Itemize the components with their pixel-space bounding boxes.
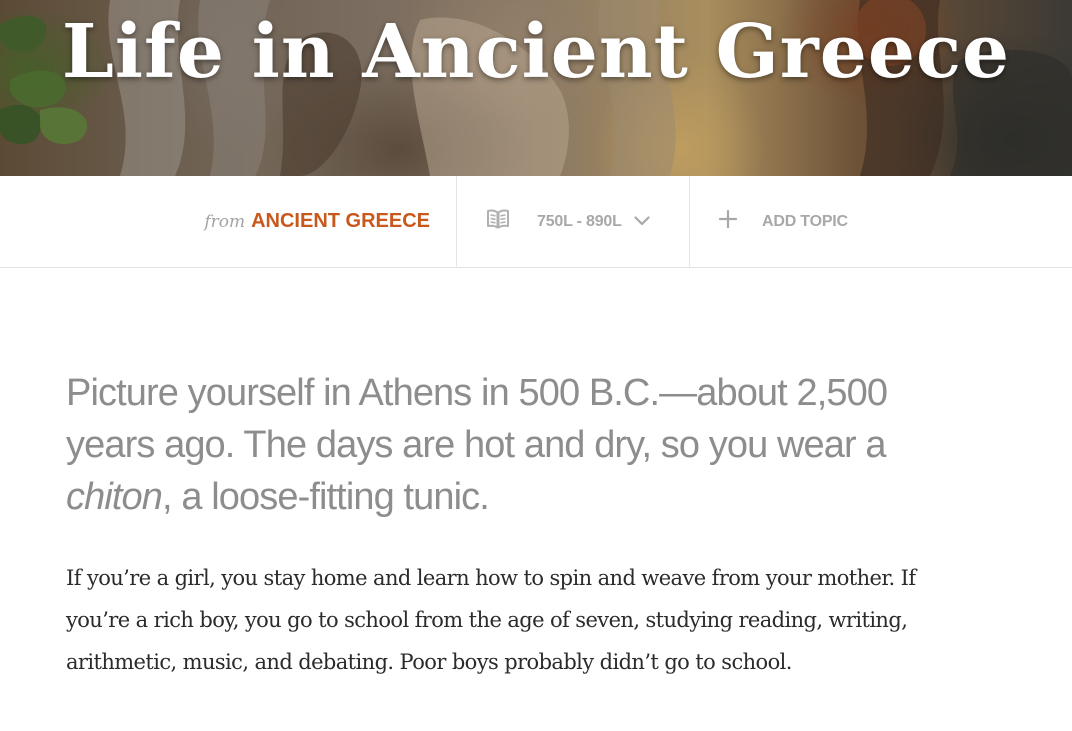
add-topic-button[interactable]: ADD TOPIC [718, 176, 848, 267]
source-prefix: from [204, 211, 246, 232]
reading-level-value: 750L - 890L [537, 212, 622, 230]
divider [689, 176, 690, 267]
hero-banner: Life in Ancient Greece [0, 0, 1072, 176]
article-title: Life in Ancient Greece [61, 9, 1011, 95]
plus-icon [718, 209, 738, 234]
book-icon [486, 208, 510, 235]
lead-text-end: , a loose-fitting tunic. [162, 476, 490, 518]
chevron-down-icon [634, 213, 650, 231]
lead-paragraph: Picture yourself in Athens in 500 B.C.—a… [66, 367, 966, 523]
lead-text: Picture yourself in Athens in 500 B.C.—a… [66, 372, 888, 466]
reading-level-dropdown[interactable]: 750L - 890L [486, 176, 650, 267]
lead-emphasis: chiton [66, 476, 163, 518]
source-collection-name: ANCIENT GREECE [251, 210, 430, 232]
body-paragraph: If you’re a girl, you stay home and lear… [66, 566, 916, 674]
add-topic-label: ADD TOPIC [762, 212, 848, 230]
article-meta-bar: from ANCIENT GREECE 750L - 890L ADD TOPI… [0, 176, 1072, 268]
source-collection-link[interactable]: from ANCIENT GREECE [204, 176, 430, 267]
divider [456, 176, 457, 267]
